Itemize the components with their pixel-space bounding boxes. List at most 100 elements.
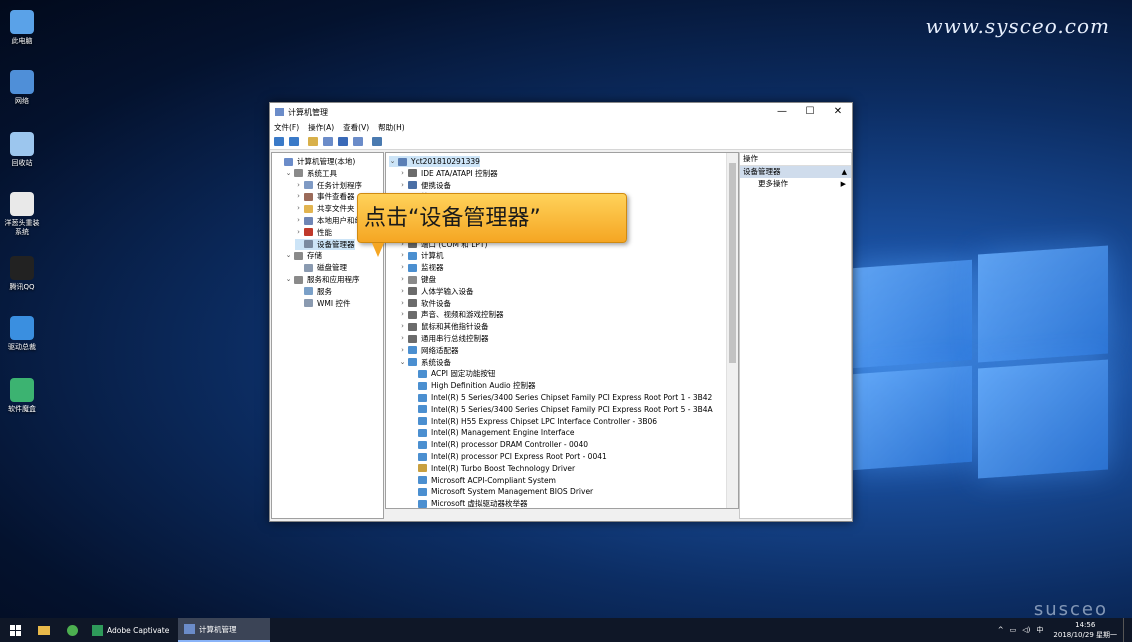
close-button[interactable]: ✕: [824, 103, 852, 121]
chevron-right-icon[interactable]: ›: [399, 309, 406, 320]
device-icon: [408, 263, 417, 272]
device-item[interactable]: › 人体学输入设备: [399, 286, 473, 297]
chevron-right-icon[interactable]: ›: [295, 215, 302, 226]
chevron-down-icon[interactable]: ⌄: [389, 156, 396, 167]
desktop-icon[interactable]: 网络: [2, 70, 42, 106]
device-item[interactable]: › 计算机: [399, 250, 443, 261]
tree-item[interactable]: › 任务计划程序: [295, 180, 362, 191]
tree-item[interactable]: › 共享文件夹: [295, 203, 354, 214]
tree-item[interactable]: 计算机管理(本地): [275, 156, 355, 167]
tree-item[interactable]: › 事件查看器: [295, 191, 354, 202]
maximize-button[interactable]: ☐: [796, 103, 824, 121]
chevron-right-icon[interactable]: ›: [399, 321, 406, 332]
tree-item[interactable]: › 本地用户和组: [295, 215, 362, 226]
show-hide-tree-icon[interactable]: [323, 137, 333, 146]
help-icon[interactable]: [338, 137, 348, 146]
device-item[interactable]: Intel(R) processor DRAM Controller - 004…: [409, 439, 588, 450]
collapse-up-icon[interactable]: ▲: [842, 166, 847, 178]
clock[interactable]: 14:56 2018/10/29 星期一: [1053, 620, 1117, 640]
chevron-right-icon[interactable]: ›: [399, 345, 406, 356]
device-item[interactable]: Intel(R) processor PCI Express Root Port…: [409, 451, 607, 462]
device-item[interactable]: › IDE ATA/ATAPI 控制器: [399, 168, 498, 179]
device-item[interactable]: Intel(R) H55 Express Chipset LPC Interfa…: [409, 416, 657, 427]
scrollbar-thumb[interactable]: [729, 163, 736, 363]
back-icon[interactable]: [274, 137, 284, 146]
desktop-icon[interactable]: 回收站: [2, 132, 42, 168]
chevron-down-icon[interactable]: ⌄: [399, 357, 406, 368]
device-item[interactable]: Microsoft ACPI-Compliant System: [409, 475, 556, 486]
chevron-down-icon[interactable]: ⌄: [285, 168, 292, 179]
file-explorer-taskbar-icon[interactable]: [30, 618, 58, 642]
up-folder-icon[interactable]: [308, 137, 318, 146]
chevron-right-icon[interactable]: ›: [399, 274, 406, 285]
chevron-down-icon[interactable]: ⌄: [285, 250, 292, 261]
tree-item[interactable]: ⌄ 服务和应用程序: [285, 274, 360, 285]
ime-indicator[interactable]: 中: [1036, 625, 1043, 635]
show-desktop-button[interactable]: [1123, 618, 1128, 642]
chevron-right-icon[interactable]: ›: [295, 227, 302, 238]
device-item[interactable]: Intel(R) Turbo Boost Technology Driver: [409, 463, 575, 474]
chevron-right-icon[interactable]: ›: [399, 286, 406, 297]
device-item[interactable]: › 网络适配器: [399, 345, 458, 356]
desktop-icon[interactable]: 腾讯QQ: [2, 256, 42, 292]
device-item[interactable]: ⌄ Yct201810291339: [389, 156, 480, 167]
chevron-right-icon[interactable]: ›: [295, 203, 302, 214]
menu-help[interactable]: 帮助(H): [378, 122, 405, 133]
forward-icon[interactable]: [289, 137, 299, 146]
device-item[interactable]: › 监视器: [399, 262, 443, 273]
show-hidden-icons-icon[interactable]: ^: [998, 626, 1004, 634]
device-list-scrollbar[interactable]: [726, 153, 738, 508]
start-button[interactable]: [0, 618, 30, 642]
chevron-right-icon[interactable]: ›: [295, 180, 302, 191]
taskbar-app-computer-management[interactable]: 计算机管理: [178, 618, 270, 642]
device-item[interactable]: Microsoft System Management BIOS Driver: [409, 486, 593, 497]
device-item[interactable]: › 便携设备: [399, 180, 451, 191]
network-icon[interactable]: ▭: [1010, 626, 1017, 634]
tree-item[interactable]: 设备管理器: [295, 238, 355, 250]
device-item[interactable]: High Definition Audio 控制器: [409, 380, 536, 391]
desktop-icon[interactable]: 软件魔盒: [2, 378, 42, 414]
properties-icon[interactable]: [353, 137, 363, 146]
chevron-down-icon[interactable]: ⌄: [285, 274, 292, 285]
chevron-right-icon[interactable]: ›: [399, 250, 406, 261]
device-item[interactable]: Microsoft 虚拟驱动器枚举器: [409, 498, 528, 508]
360-browser-taskbar-icon[interactable]: [58, 618, 86, 642]
device-item[interactable]: › 软件设备: [399, 298, 451, 309]
chevron-right-icon[interactable]: ›: [399, 298, 406, 309]
menu-view[interactable]: 查看(V): [343, 122, 369, 133]
desktop-icon[interactable]: 洋葱头重装系统: [2, 192, 42, 237]
tree-item[interactable]: ⌄ 存储: [285, 250, 322, 261]
chevron-right-icon[interactable]: ›: [399, 262, 406, 273]
actions-section-device-manager[interactable]: 设备管理器 ▲: [740, 166, 851, 178]
device-item[interactable]: Intel(R) Management Engine Interface: [409, 427, 575, 438]
device-item[interactable]: › 声音、视频和游戏控制器: [399, 309, 503, 320]
chevron-right-icon[interactable]: ›: [399, 168, 406, 179]
more-actions-item[interactable]: 更多操作 ▶: [740, 178, 851, 190]
desktop-icon[interactable]: 驱动总裁: [2, 316, 42, 352]
device-item[interactable]: › 鼠标和其他指针设备: [399, 321, 488, 332]
minimize-button[interactable]: —: [768, 103, 796, 121]
device-item[interactable]: ⌄ 系统设备: [399, 357, 451, 368]
chevron-right-icon[interactable]: ›: [399, 333, 406, 344]
menu-file[interactable]: 文件(F): [274, 122, 299, 133]
monitor-icon[interactable]: [372, 137, 382, 146]
chevron-right-icon[interactable]: ›: [295, 191, 302, 202]
desktop-icon[interactable]: 此电脑: [2, 10, 42, 46]
tree-item[interactable]: 磁盘管理: [295, 262, 347, 273]
taskbar-app-captivate[interactable]: Adobe Captivate: [86, 618, 178, 642]
device-item[interactable]: Intel(R) 5 Series/3400 Series Chipset Fa…: [409, 392, 712, 403]
menu-action[interactable]: 操作(A): [308, 122, 334, 133]
chevron-right-icon[interactable]: ›: [399, 180, 406, 191]
tree-item[interactable]: ⌄ 系统工具: [285, 168, 337, 179]
tree-item[interactable]: › 性能: [295, 227, 332, 238]
device-item[interactable]: › 键盘: [399, 274, 436, 285]
tree-item-label: 计算机管理(本地): [297, 157, 356, 166]
tree-item[interactable]: WMI 控件: [295, 298, 350, 309]
tree-item[interactable]: 服务: [295, 286, 332, 297]
tree-item-label: 性能: [317, 227, 332, 237]
device-item[interactable]: › 通用串行总线控制器: [399, 333, 488, 344]
volume-icon[interactable]: ◁): [1022, 626, 1030, 634]
device-item[interactable]: Intel(R) 5 Series/3400 Series Chipset Fa…: [409, 404, 713, 415]
device-item[interactable]: ACPI 固定功能按钮: [409, 368, 495, 379]
desktop-icon-label: 回收站: [11, 159, 33, 167]
